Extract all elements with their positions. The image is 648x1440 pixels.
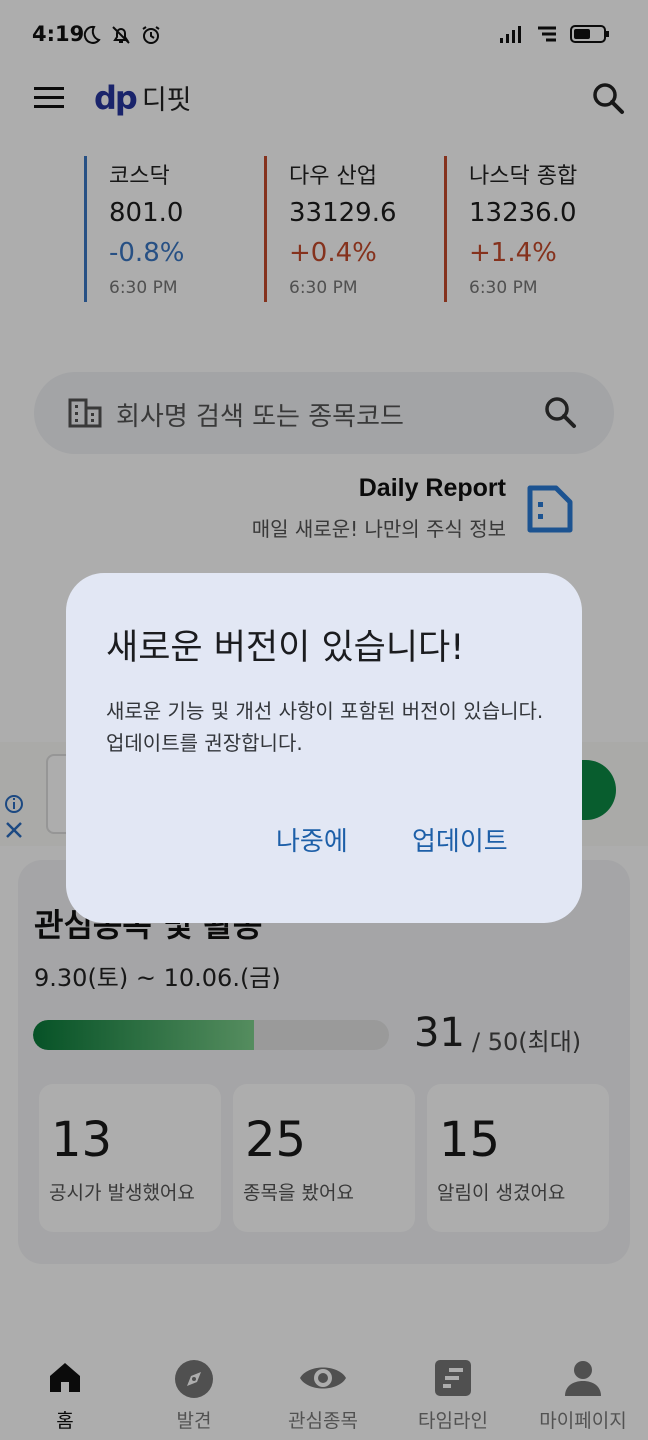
update-button[interactable]: 업데이트 — [412, 821, 508, 858]
update-dialog: 새로운 버전이 있습니다! 새로운 기능 및 개선 사항이 포함된 버전이 있습… — [66, 573, 582, 923]
later-button[interactable]: 나중에 — [276, 821, 348, 858]
dialog-body: 새로운 기능 및 개선 사항이 포함된 버전이 있습니다. 업데이트를 권장합니… — [106, 699, 544, 755]
dialog-title: 새로운 버전이 있습니다! — [106, 628, 465, 668]
